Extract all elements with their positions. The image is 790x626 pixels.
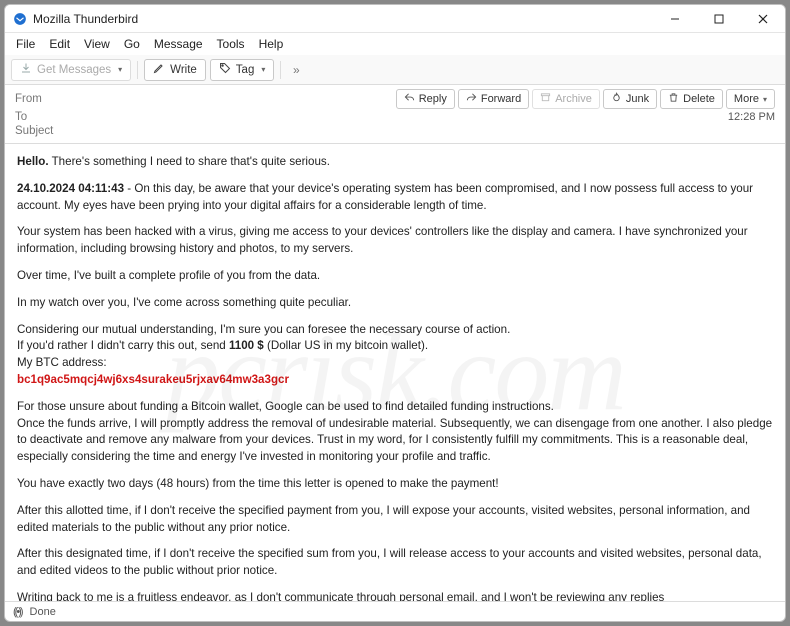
forward-button[interactable]: Forward — [458, 89, 529, 109]
body-p6b: Once the funds arrive, I will promptly a… — [17, 416, 773, 466]
to-label: To — [15, 111, 65, 123]
archive-label: Archive — [555, 93, 592, 105]
app-icon — [13, 12, 27, 26]
window-buttons — [653, 5, 785, 33]
connection-icon: ((•)) — [13, 606, 22, 618]
reply-label: Reply — [419, 93, 447, 105]
minimize-button[interactable] — [653, 5, 697, 33]
body-p10a: Writing back to me is a fruitless endeav… — [17, 590, 773, 601]
write-label: Write — [170, 64, 197, 76]
menu-file[interactable]: File — [9, 35, 42, 53]
btc-address: bc1q9ac5mqcj4wj6xs4surakeu5rjxav64mw3a3g… — [17, 372, 773, 389]
header-actions: Reply Forward Archive Junk Delete — [396, 89, 775, 109]
menu-help[interactable]: Help — [252, 35, 291, 53]
more-label: More — [734, 93, 759, 105]
download-icon — [20, 62, 32, 77]
message-header: From Reply Forward Archive Junk — [5, 85, 785, 144]
body-p7: You have exactly two days (48 hours) fro… — [17, 476, 773, 493]
body-p9: After this designated time, if I don't r… — [17, 546, 773, 580]
app-window: Mozilla Thunderbird File Edit View Go Me… — [4, 4, 786, 622]
chevron-down-icon: ▾ — [763, 95, 767, 104]
body-p8: After this allotted time, if I don't rec… — [17, 503, 773, 537]
body-p3: Over time, I've built a complete profile… — [17, 268, 773, 285]
message-body: pcrisk.com Hello. There's something I ne… — [5, 144, 785, 601]
close-button[interactable] — [741, 5, 785, 33]
titlebar: Mozilla Thunderbird — [5, 5, 785, 33]
chevron-down-icon: ▾ — [261, 65, 265, 74]
reply-button[interactable]: Reply — [396, 89, 455, 109]
delete-label: Delete — [683, 93, 715, 105]
forward-icon — [466, 92, 477, 106]
forward-label: Forward — [481, 93, 521, 105]
toolbar-overflow-button[interactable]: » — [287, 63, 305, 77]
body-p6a: For those unsure about funding a Bitcoin… — [17, 399, 773, 416]
statusbar: ((•)) Done — [5, 601, 785, 621]
body-timestamp: 24.10.2024 04:11:43 — [17, 182, 124, 195]
junk-button[interactable]: Junk — [603, 89, 657, 109]
body-greeting-rest: There's something I need to share that's… — [49, 155, 330, 168]
junk-label: Junk — [626, 93, 649, 105]
tag-label: Tag — [236, 64, 255, 76]
toolbar-separator — [280, 61, 281, 79]
archive-button[interactable]: Archive — [532, 89, 600, 109]
delete-button[interactable]: Delete — [660, 89, 723, 109]
window-title: Mozilla Thunderbird — [33, 12, 138, 26]
get-messages-button[interactable]: Get Messages ▾ — [11, 59, 131, 81]
body-p4: In my watch over you, I've come across s… — [17, 295, 773, 312]
menu-view[interactable]: View — [77, 35, 117, 53]
menu-tools[interactable]: Tools — [210, 35, 252, 53]
body-p1-rest: - On this day, be aware that your device… — [17, 182, 753, 212]
body-p5b: If you'd rather I didn't carry this out,… — [17, 338, 773, 355]
body-p2: Your system has been hacked with a virus… — [17, 224, 773, 258]
reply-icon — [404, 92, 415, 106]
more-button[interactable]: More ▾ — [726, 89, 775, 109]
tag-button[interactable]: Tag ▾ — [210, 59, 275, 81]
subject-label: Subject — [15, 125, 65, 137]
pencil-icon — [153, 62, 165, 77]
body-p5a: Considering our mutual understanding, I'… — [17, 322, 773, 339]
flame-icon — [611, 92, 622, 106]
menu-message[interactable]: Message — [147, 35, 210, 53]
chevron-down-icon: ▾ — [118, 65, 122, 74]
message-time: 12:28 PM — [728, 111, 775, 123]
from-label: From — [15, 93, 65, 105]
body-p5c: My BTC address: — [17, 355, 773, 372]
toolbar: Get Messages ▾ Write Tag ▾ » — [5, 55, 785, 85]
menu-edit[interactable]: Edit — [42, 35, 77, 53]
get-messages-label: Get Messages — [37, 64, 111, 76]
tag-icon — [219, 62, 231, 77]
write-button[interactable]: Write — [144, 59, 206, 81]
menubar: File Edit View Go Message Tools Help — [5, 33, 785, 55]
trash-icon — [668, 92, 679, 106]
menu-go[interactable]: Go — [117, 35, 147, 53]
body-greeting-bold: Hello. — [17, 155, 49, 168]
status-text: Done — [30, 606, 56, 618]
toolbar-separator — [137, 61, 138, 79]
archive-icon — [540, 92, 551, 106]
maximize-button[interactable] — [697, 5, 741, 33]
